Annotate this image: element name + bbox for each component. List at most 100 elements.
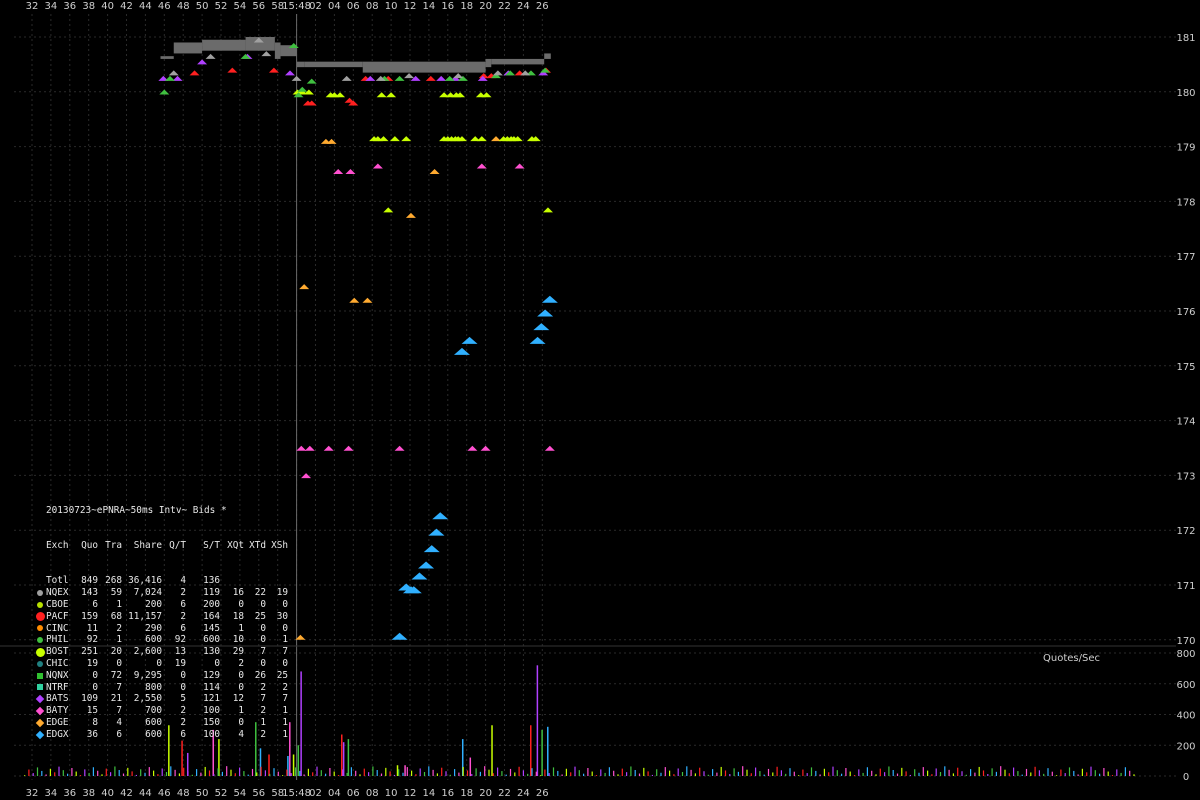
- legend-cell: 0: [238, 716, 244, 728]
- legend-swatch: [35, 706, 45, 716]
- volume-bar-small: [922, 767, 924, 776]
- volume-bar-small: [1120, 772, 1122, 776]
- volume-bar-small: [531, 768, 533, 776]
- volume-bar-small: [574, 766, 576, 776]
- volume-bar-small: [600, 769, 602, 776]
- volume-bar-small: [1073, 770, 1075, 776]
- x-tick-top: 48: [177, 1, 190, 12]
- y-tick-label: 180: [1176, 88, 1195, 99]
- x-tick-bottom: 20: [479, 788, 492, 799]
- volume-bar: [300, 671, 302, 776]
- legend-exchange-name: BATY: [46, 705, 69, 717]
- legend-cell: 6: [180, 728, 186, 740]
- legend-cell: 145: [203, 622, 220, 634]
- volume-bar-small: [260, 766, 262, 776]
- legend-title: 20130723~ePNRA~50ms Intv~ Bids *: [34, 505, 288, 517]
- x-tick-top: 18: [460, 1, 473, 12]
- x-tick-bottom: 24: [517, 788, 530, 799]
- legend-cell: 92: [86, 634, 98, 646]
- volume-bar-small: [720, 766, 722, 776]
- x-tick-top: 34: [45, 1, 58, 12]
- volume-bar-small: [832, 766, 834, 776]
- x-tick-top: 22: [498, 1, 511, 12]
- legend-cell: 19: [174, 657, 186, 669]
- quote-marker-baty: [343, 445, 354, 451]
- volume-bar-small: [1051, 771, 1053, 776]
- volume-bar-small: [617, 774, 619, 776]
- volume-bar-small: [247, 774, 249, 776]
- quote-marker-baty: [345, 169, 356, 174]
- volume-bar-small: [454, 769, 456, 776]
- x-tick-top: 14: [423, 1, 436, 12]
- volume-bar-small: [707, 774, 709, 776]
- volume-bar-small: [131, 771, 133, 776]
- volume-bar-small: [1111, 775, 1114, 776]
- legend-cell: 600: [145, 634, 162, 646]
- legend-cell: 1: [282, 705, 288, 717]
- volume-bar-small: [853, 775, 856, 776]
- volume-bar-small: [49, 768, 51, 776]
- volume-bar-small: [342, 769, 344, 776]
- legend-row: BATS 109 21 2,550 5 121 12 7 7: [34, 693, 288, 705]
- quote-marker-phil: [164, 75, 175, 81]
- volume-bar-small: [677, 768, 679, 776]
- volume-bar-small: [135, 774, 137, 776]
- quote-marker-baty: [296, 445, 307, 451]
- legend-row: CINC 11 2 290 6 145 1 0 0: [34, 623, 288, 635]
- volume-tick-label: 400: [1176, 711, 1195, 722]
- volume-bar-small: [518, 766, 520, 776]
- volume-bar-small: [909, 774, 911, 776]
- legend-cell: 7: [282, 646, 288, 658]
- quote-marker-baty: [480, 445, 491, 451]
- volume-bar: [541, 729, 543, 776]
- volume-bar-small: [36, 767, 39, 776]
- quote-marker-baty: [304, 445, 315, 451]
- volume-bar-small: [505, 774, 507, 776]
- quote-marker-phil: [540, 67, 551, 73]
- volume-bar-small: [1068, 767, 1071, 776]
- legend-header-cell: Quo: [81, 539, 98, 551]
- volume-bar-small: [845, 768, 847, 776]
- legend-swatch: [35, 730, 45, 739]
- legend-cell: 19: [276, 587, 288, 599]
- quote-marker-pacf: [227, 67, 238, 73]
- legend-cell: 0: [92, 681, 98, 693]
- legend-cell: 25: [276, 669, 288, 681]
- volume-bar-small: [914, 769, 916, 776]
- y-tick-label: 174: [1176, 417, 1195, 428]
- quote-marker-pacf: [425, 75, 436, 81]
- legend-cell: 11,157: [128, 610, 162, 622]
- quote-marker-bost: [383, 207, 394, 213]
- volume-bar-small: [1043, 773, 1045, 776]
- y-tick-label: 171: [1176, 581, 1195, 592]
- volume-bar-small: [97, 770, 99, 776]
- legend-row: NTRF 0 7 800 0 114 0 2 2: [34, 682, 288, 694]
- volume-bar-small: [952, 773, 954, 776]
- legend-cell: 2: [180, 716, 186, 728]
- quote-marker-nqex: [404, 73, 415, 79]
- legend-exchange-name: BOST: [46, 646, 69, 658]
- volume-bar-small: [376, 770, 378, 776]
- legend-swatch: [37, 672, 43, 679]
- legend-row: EDGX 36 6 600 6 100 4 2 1: [34, 729, 288, 741]
- legend-cell: 6: [116, 728, 122, 740]
- volume-bar-small: [742, 766, 744, 776]
- volume-bar-small: [329, 768, 331, 776]
- volume-bar: [289, 722, 291, 776]
- volume-bar-small: [879, 768, 881, 776]
- volume-bar-small: [355, 770, 357, 776]
- legend-cell: 0: [180, 669, 186, 681]
- nbbo-segment: [304, 61, 363, 68]
- volume-bar: [536, 665, 539, 776]
- volume-bar-small: [733, 768, 735, 776]
- legend-cell: 0: [260, 622, 266, 634]
- volume-bar-small: [939, 772, 942, 776]
- legend-exchange-name: CBOE: [46, 598, 69, 610]
- legend-header-cell: Q/T: [169, 539, 186, 551]
- volume-bar-small: [858, 769, 860, 776]
- volume-bar-small: [823, 768, 825, 776]
- legend-cell: 600: [145, 728, 162, 740]
- quote-marker-phil: [394, 75, 405, 81]
- quote-marker-edge: [362, 297, 373, 303]
- volume-bar-small: [92, 767, 94, 776]
